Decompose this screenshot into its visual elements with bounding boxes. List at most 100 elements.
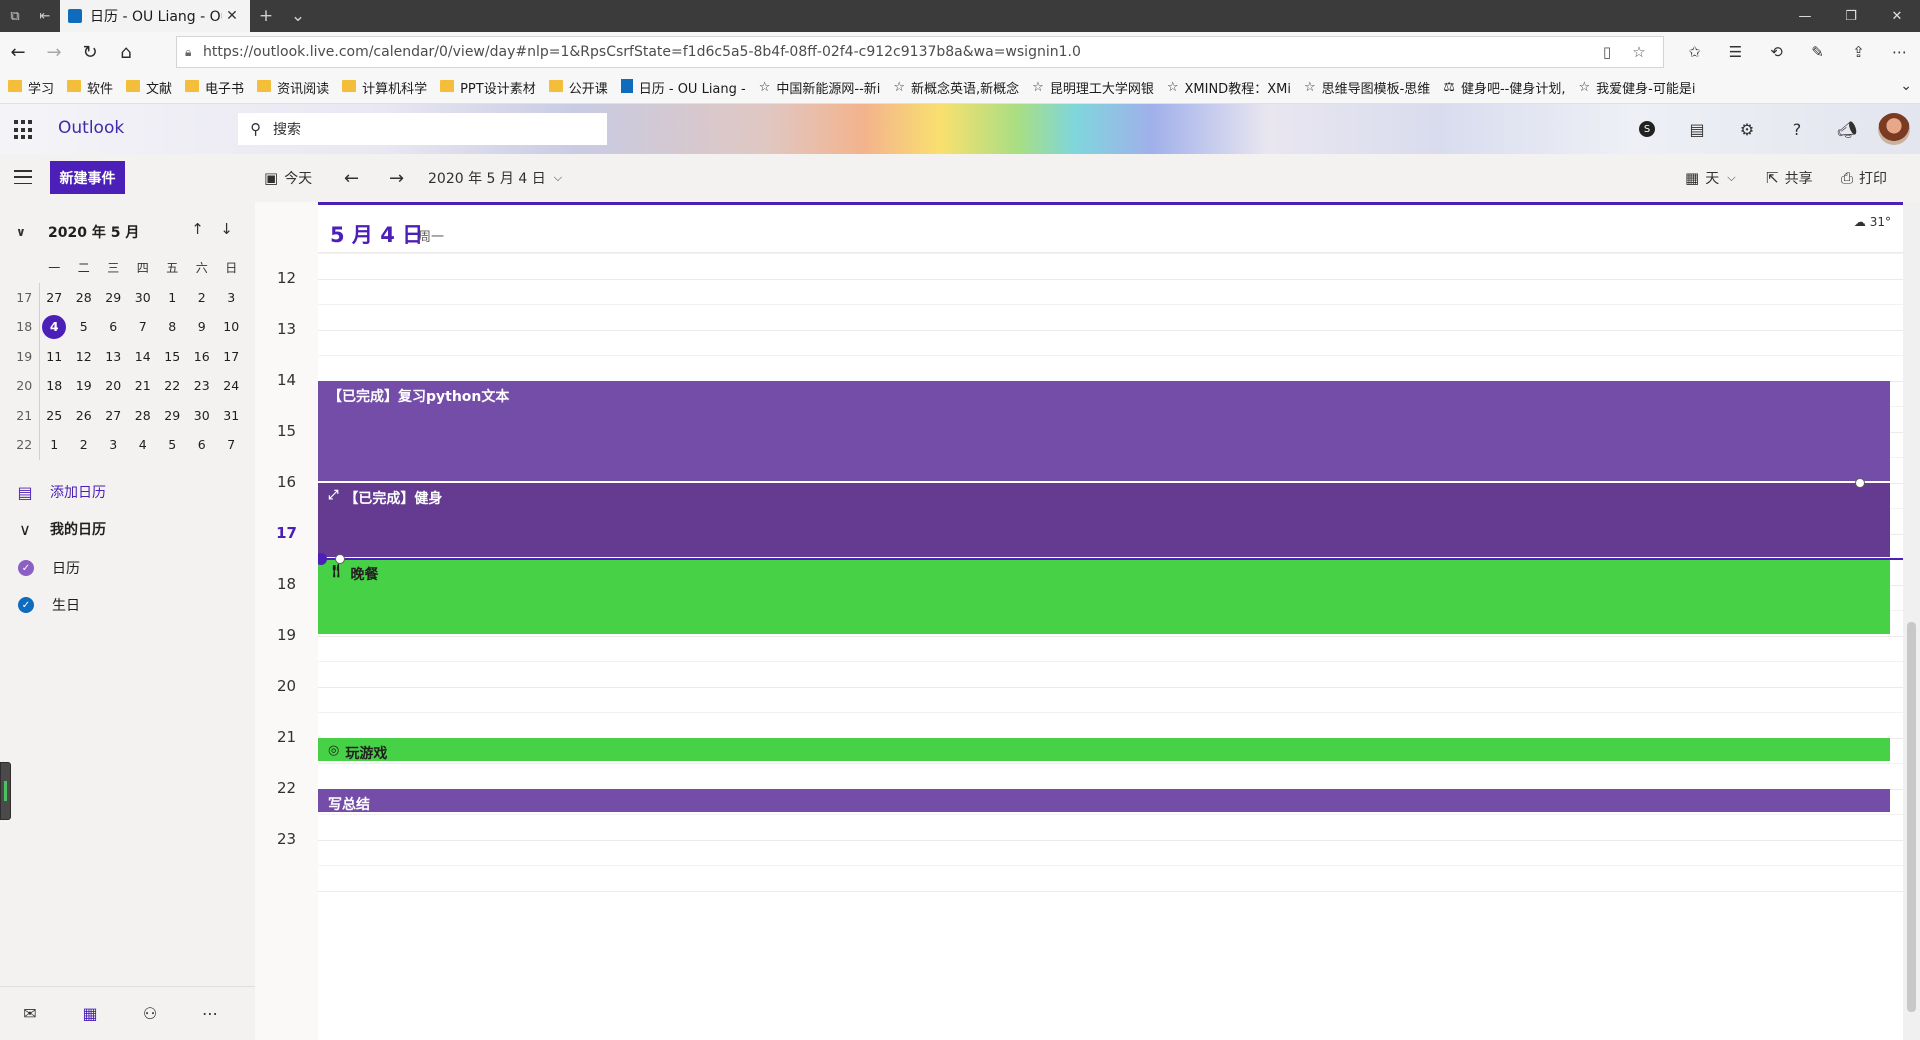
favorite-item[interactable]: 计算机科学 [342, 78, 427, 97]
share-button[interactable]: ⇱ 共享 [1766, 154, 1813, 202]
print-button[interactable]: ⎙ 打印 [1841, 154, 1887, 202]
calendar-event[interactable]: ⤢ 【已完成】健身 [318, 483, 1890, 557]
calendar-item-calendar[interactable]: ✓ 日历 [18, 558, 80, 578]
tab-actions-icon[interactable]: ⧉ [0, 0, 30, 32]
mini-calendar-day[interactable]: 28 [128, 401, 158, 431]
mini-calendar-day[interactable]: 4 [128, 430, 158, 460]
favorite-item[interactable]: 公开课 [548, 78, 608, 97]
vertical-scrollbar[interactable] [1903, 202, 1920, 1040]
people-icon[interactable]: ⚇ [120, 1004, 180, 1023]
collapse-chevron-icon[interactable]: ∨ [16, 225, 34, 239]
mini-calendar-day[interactable]: 23 [187, 371, 217, 401]
reading-list-icon[interactable]: ☰ [1715, 32, 1756, 72]
favorite-item[interactable]: ☆ 我爱健身-可能是i [1578, 78, 1695, 97]
hamburger-menu-icon[interactable] [14, 170, 32, 184]
calendar-icon[interactable]: ▦ [60, 1004, 120, 1023]
help-icon[interactable]: ? [1772, 104, 1822, 154]
mini-calendar-day[interactable]: 11 [40, 342, 70, 372]
reading-view-icon[interactable]: ▯ [1591, 43, 1623, 61]
app-launcher-icon[interactable] [14, 120, 34, 140]
back-arrow-icon[interactable]: ← [0, 32, 36, 72]
resize-handle-end[interactable] [1855, 478, 1865, 488]
share-icon[interactable]: ⇪ [1838, 32, 1879, 72]
refresh-icon[interactable]: ↻ [72, 32, 108, 72]
calendar-item-birthdays[interactable]: ✓ 生日 [18, 595, 80, 615]
mini-calendar-day[interactable]: 27 [40, 283, 70, 313]
new-tab-icon[interactable]: + [250, 0, 282, 32]
tab-list-chevron-icon[interactable]: ⌄ [282, 0, 314, 32]
mini-calendar-day[interactable]: 10 [217, 312, 247, 342]
mini-calendar-day[interactable]: 1 [40, 430, 70, 460]
today-button[interactable]: ▣ 今天 [264, 154, 312, 202]
mini-calendar-day[interactable]: 26 [69, 401, 99, 431]
forward-arrow-icon[interactable]: → [36, 32, 72, 72]
mini-calendar-day[interactable]: 1 [158, 283, 188, 313]
avatar[interactable] [1878, 113, 1910, 145]
favorite-item[interactable]: ☆ 中国新能源网--新i [759, 78, 881, 97]
calendar-event[interactable]: ◎ 玩游戏 [318, 738, 1890, 762]
favorite-item[interactable]: ☆ XMIND教程：XMi [1167, 78, 1291, 97]
mini-calendar-day[interactable]: 18 [40, 371, 70, 401]
date-picker-button[interactable]: 2020 年 5 月 4 日 ⌵ [428, 154, 562, 202]
close-window-icon[interactable]: ✕ [1874, 0, 1920, 32]
feedback-megaphone-icon[interactable]: 📣︎ [1822, 104, 1872, 154]
favorite-item[interactable]: 日历 - OU Liang - [620, 78, 746, 97]
address-bar[interactable]: 🔒︎ https://outlook.live.com/calendar/0/v… [176, 36, 1664, 68]
history-icon[interactable]: ⟲ [1756, 32, 1797, 72]
mini-calendar-day[interactable]: 3 [217, 283, 247, 313]
mini-calendar-day[interactable]: 7 [217, 430, 247, 460]
mini-calendar-day[interactable]: 25 [40, 401, 70, 431]
url-text[interactable]: https://outlook.live.com/calendar/0/view… [203, 44, 1591, 60]
side-drag-handle[interactable] [0, 762, 11, 820]
brand-name[interactable]: Outlook [58, 118, 124, 138]
restore-icon[interactable]: ❐ [1828, 0, 1874, 32]
set-aside-tabs-icon[interactable]: ⇤ [30, 0, 60, 32]
favorite-item[interactable]: 软件 [67, 78, 113, 97]
mini-calendar-day[interactable]: 21 [128, 371, 158, 401]
my-day-icon[interactable]: ▤ [1672, 104, 1722, 154]
selected-day[interactable]: 4 [40, 312, 70, 342]
view-switcher-button[interactable]: ▦ 天 ⌵ [1685, 154, 1736, 202]
calendar-checked-icon[interactable]: ✓ [18, 560, 34, 576]
my-calendars-group[interactable]: ∨ 我的日历 [14, 519, 106, 539]
skype-button[interactable]: S [1622, 104, 1672, 154]
add-calendar-link[interactable]: ▤ 添加日历 [14, 482, 106, 502]
mini-calendar-day[interactable]: 2 [69, 430, 99, 460]
favorite-item[interactable]: ⚖ 健身吧--健身计划, [1443, 78, 1565, 97]
favorite-item[interactable]: 文献 [126, 78, 172, 97]
close-tab-icon[interactable]: ✕ [222, 8, 242, 24]
time-grid[interactable]: 【已完成】复习python文本 ⤢ 【已完成】健身 🍴︎ 晚餐 ◎ 玩游戏 写总结 [318, 253, 1903, 1040]
mini-calendar-day[interactable]: 13 [99, 342, 129, 372]
next-day-arrow-icon[interactable]: → [389, 154, 404, 202]
mini-calendar-day[interactable]: 20 [99, 371, 129, 401]
mini-calendar-day[interactable]: 22 [158, 371, 188, 401]
favorite-item[interactable]: 学习 [8, 78, 54, 97]
scrollbar-thumb[interactable] [1907, 622, 1916, 1012]
favorite-star-icon[interactable]: ☆ [1623, 43, 1655, 61]
mini-calendar-day[interactable]: 27 [99, 401, 129, 431]
gear-icon[interactable]: ⚙ [1722, 104, 1772, 154]
mini-calendar-day[interactable]: 5 [69, 312, 99, 342]
mini-calendar-day[interactable]: 29 [158, 401, 188, 431]
mini-calendar-day[interactable]: 16 [187, 342, 217, 372]
day-date[interactable]: 5 月 4 日 [330, 219, 423, 249]
mini-calendar-day[interactable]: 5 [158, 430, 188, 460]
mini-calendar-day[interactable]: 6 [187, 430, 217, 460]
pen-icon[interactable]: ✎ [1797, 32, 1838, 72]
mini-calendar-day[interactable]: 14 [128, 342, 158, 372]
mini-calendar-day[interactable]: 6 [99, 312, 129, 342]
home-icon[interactable]: ⌂ [108, 32, 144, 72]
birthdays-checked-icon[interactable]: ✓ [18, 597, 34, 613]
previous-day-arrow-icon[interactable]: ← [344, 154, 359, 202]
mini-calendar-day[interactable]: 31 [217, 401, 247, 431]
mini-calendar-day[interactable]: 7 [128, 312, 158, 342]
previous-month-arrow-icon[interactable]: ↑ [183, 220, 212, 238]
next-month-arrow-icon[interactable]: ↓ [212, 220, 241, 238]
mini-calendar-day[interactable]: 12 [69, 342, 99, 372]
favorite-item[interactable]: ☆ 昆明理工大学网银 [1032, 78, 1154, 97]
mini-calendar-day[interactable]: 9 [187, 312, 217, 342]
favorite-item[interactable]: ☆ 新概念英语,新概念 [893, 78, 1019, 97]
mini-calendar-day[interactable]: 28 [69, 283, 99, 313]
new-event-button[interactable]: 新建事件 [50, 161, 125, 194]
calendar-event[interactable]: 写总结 [318, 789, 1890, 813]
